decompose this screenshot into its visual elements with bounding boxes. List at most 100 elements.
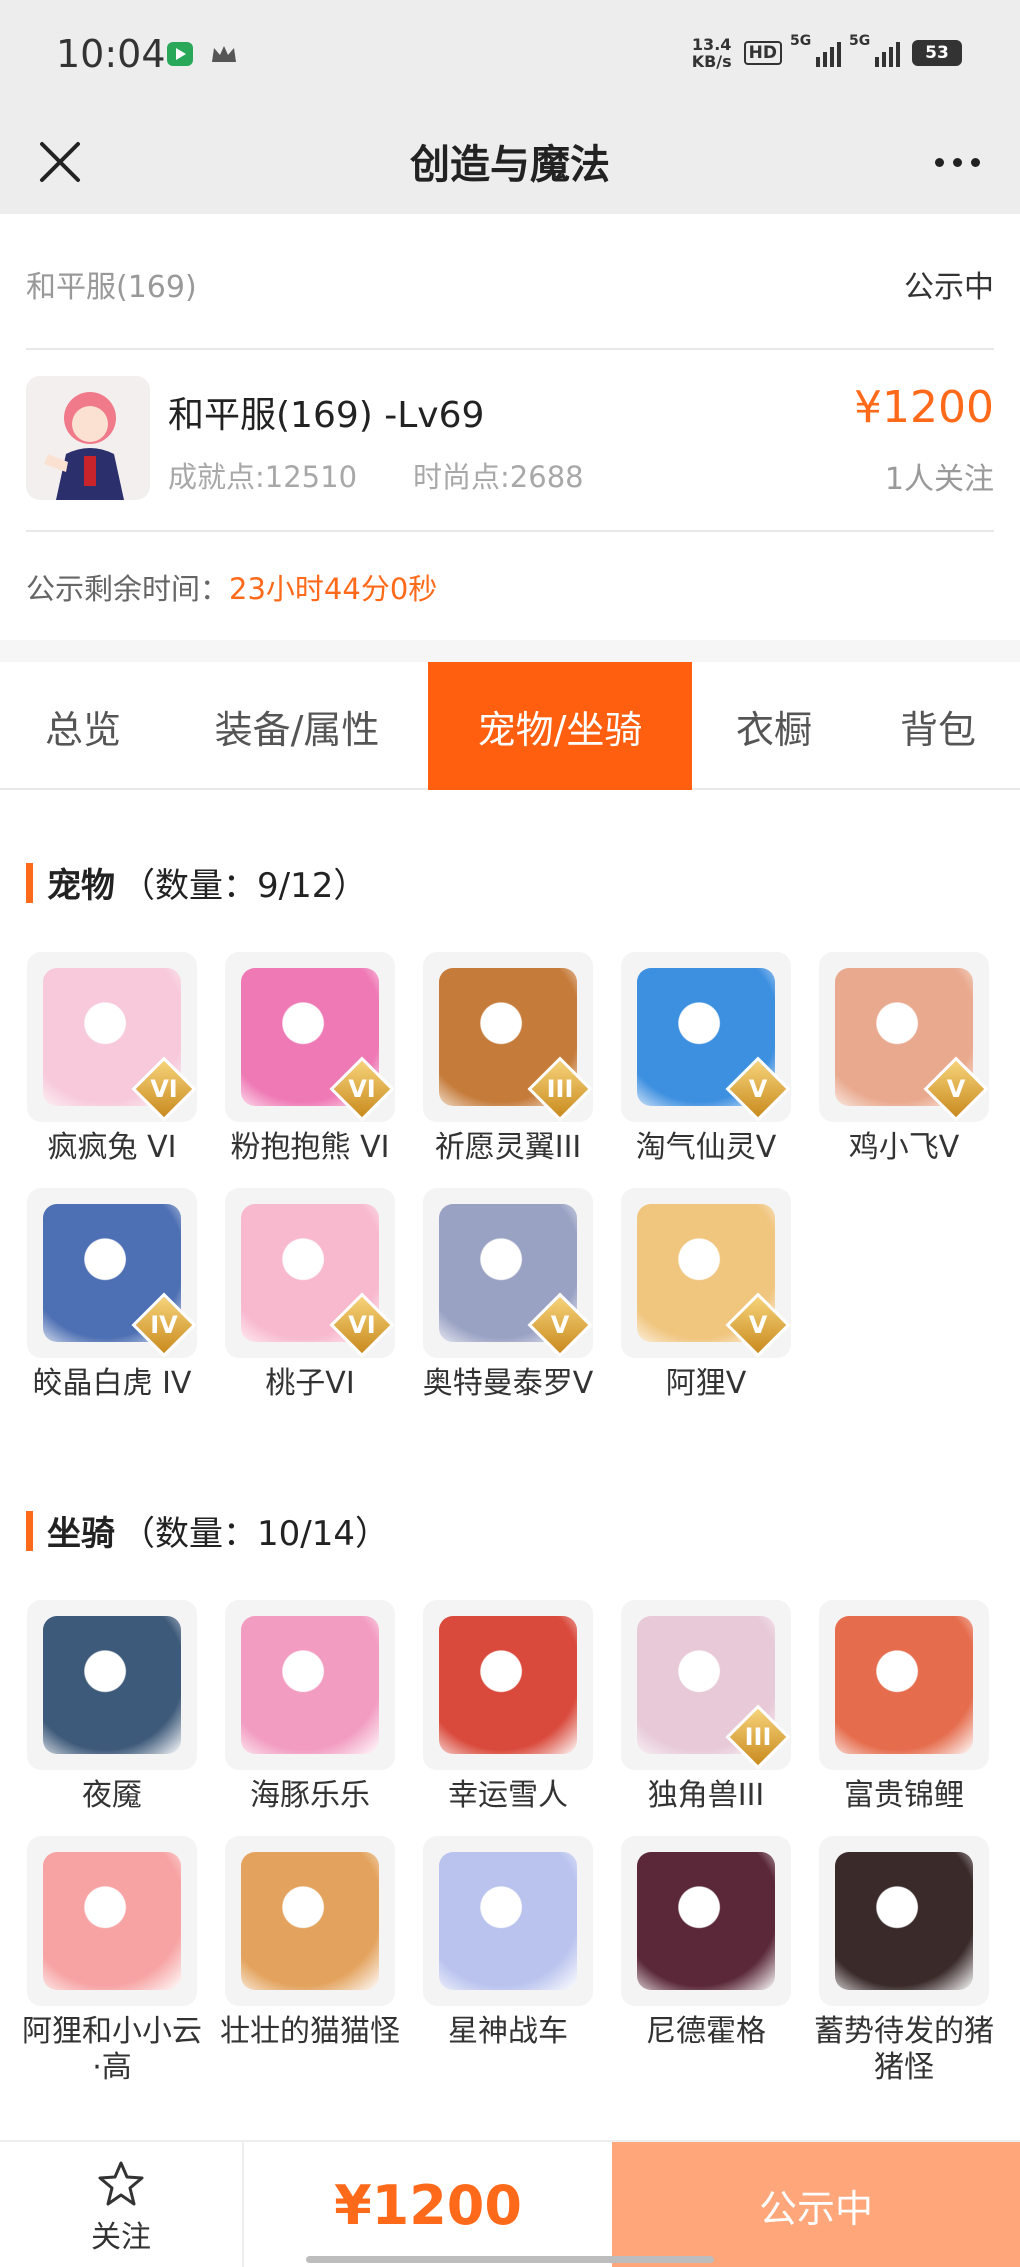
item-label: 淘气仙灵V bbox=[635, 1130, 777, 1165]
status-indicators: 13.4 KB/s HD 5G 5G 53 bbox=[691, 33, 962, 71]
mount-item[interactable]: III 独角兽III bbox=[616, 1600, 796, 1814]
item-label: 祈愿灵翼III bbox=[434, 1130, 582, 1165]
public-status-button[interactable]: 公示中 bbox=[612, 2142, 1020, 2267]
item-label: 蓄势待发的猪猪怪 bbox=[814, 2014, 994, 2085]
tab-equipment[interactable]: 装备/属性 bbox=[166, 662, 428, 790]
bottom-price: ¥1200 bbox=[334, 2174, 522, 2237]
avatar bbox=[26, 376, 150, 500]
remaining-time: 公示剩余时间：23小时44分0秒 bbox=[26, 566, 437, 608]
signal-icon: 5G bbox=[790, 33, 841, 67]
server-name: 和平服(169) bbox=[26, 270, 197, 305]
item-label: 阿狸和小小云·高 bbox=[22, 2014, 202, 2085]
pet-item[interactable]: VI 粉抱抱熊 VI bbox=[220, 952, 400, 1166]
status-app-icons bbox=[165, 40, 239, 68]
role-title: 和平服(169) -Lv69 bbox=[168, 395, 485, 436]
mount-item[interactable]: 尼德霍格 bbox=[616, 1836, 796, 2050]
item-label: 独角兽III bbox=[647, 1778, 765, 1813]
pet-thumbnail: VI bbox=[225, 952, 395, 1122]
mount-thumbnail bbox=[819, 1836, 989, 2006]
tab-overview[interactable]: 总览 bbox=[0, 662, 166, 790]
tab-bar: 总览 装备/属性 宠物/坐骑 衣橱 背包 bbox=[0, 662, 1020, 790]
nav-bar: 创造与魔法 bbox=[0, 110, 1020, 214]
pet-item[interactable]: III 祈愿灵翼III bbox=[418, 952, 598, 1166]
item-label: 夜魇 bbox=[82, 1778, 142, 1813]
mount-thumbnail: III bbox=[621, 1600, 791, 1770]
tab-pets-mounts[interactable]: 宠物/坐骑 bbox=[428, 662, 692, 790]
pet-item[interactable]: V 淘气仙灵V bbox=[616, 952, 796, 1166]
status-label: 公示中 bbox=[904, 270, 994, 305]
item-label: 海豚乐乐 bbox=[250, 1778, 370, 1813]
pet-item[interactable]: V 奥特曼泰罗V bbox=[418, 1188, 598, 1402]
item-label: 星神战车 bbox=[448, 2014, 568, 2049]
mount-thumbnail bbox=[621, 1836, 791, 2006]
mount-item[interactable]: 海豚乐乐 bbox=[220, 1600, 400, 1814]
mount-item[interactable]: 蓄势待发的猪猪怪 bbox=[814, 1836, 994, 2086]
star-icon bbox=[98, 2161, 144, 2206]
pet-thumbnail: V bbox=[819, 952, 989, 1122]
more-dots-icon bbox=[934, 157, 944, 167]
battery-icon: 53 bbox=[912, 40, 962, 66]
pet-thumbnail: VI bbox=[27, 952, 197, 1122]
mount-item[interactable]: 夜魇 bbox=[22, 1600, 202, 1814]
pets-section-title: 宠物 （数量：9/12） bbox=[26, 858, 367, 907]
mount-thumbnail bbox=[423, 1600, 593, 1770]
pet-thumbnail: VI bbox=[225, 1188, 395, 1358]
pet-item[interactable]: VI 桃子VI bbox=[220, 1188, 400, 1402]
hd-badge: HD bbox=[743, 41, 782, 65]
remaining-time-label: 公示剩余时间： bbox=[26, 572, 230, 606]
mount-thumbnail bbox=[27, 1836, 197, 2006]
mount-item[interactable]: 幸运雪人 bbox=[418, 1600, 598, 1814]
mount-item[interactable]: 阿狸和小小云·高 bbox=[22, 1836, 202, 2086]
role-stats: 成就点:12510 时尚点:2688 bbox=[168, 454, 584, 496]
video-app-icon bbox=[165, 40, 195, 68]
pet-item[interactable]: IV 皎晶白虎 IV bbox=[22, 1188, 202, 1402]
pet-thumbnail: V bbox=[621, 1188, 791, 1358]
item-label: 壮壮的猫猫怪 bbox=[220, 2014, 400, 2049]
item-label: 尼德霍格 bbox=[646, 2014, 766, 2049]
mounts-section-title: 坐骑 （数量：10/14） bbox=[26, 1506, 389, 1555]
pet-thumbnail: V bbox=[423, 1188, 593, 1358]
pet-thumbnail: IV bbox=[27, 1188, 197, 1358]
mount-thumbnail bbox=[423, 1836, 593, 2006]
remaining-time-value: 23小时44分0秒 bbox=[229, 572, 438, 606]
item-label: 奥特曼泰罗V bbox=[422, 1366, 594, 1401]
status-bar: 10:04 13.4 KB/s HD 5G 5G 53 bbox=[0, 0, 1020, 110]
section-gap bbox=[0, 640, 1020, 662]
tab-wardrobe[interactable]: 衣橱 bbox=[692, 662, 856, 790]
pet-item[interactable]: VI 疯疯兔 VI bbox=[22, 952, 202, 1166]
tab-backpack[interactable]: 背包 bbox=[856, 662, 1020, 790]
mount-item[interactable]: 富贵锦鲤 bbox=[814, 1600, 994, 1814]
network-speed: 13.4 KB/s bbox=[691, 35, 732, 71]
follow-label: 关注 bbox=[91, 2220, 151, 2255]
more-button[interactable] bbox=[922, 130, 992, 194]
pet-thumbnail: V bbox=[621, 952, 791, 1122]
bottom-bar: 关注 ¥1200 公示中 bbox=[0, 2140, 1020, 2267]
pet-item[interactable]: V 阿狸V bbox=[616, 1188, 796, 1402]
follow-button[interactable]: 关注 bbox=[0, 2142, 244, 2267]
price: ¥1200 bbox=[854, 382, 994, 433]
crown-icon bbox=[209, 40, 239, 68]
divider bbox=[26, 348, 994, 350]
item-label: 皎晶白虎 IV bbox=[32, 1366, 192, 1401]
status-time: 10:04 bbox=[56, 32, 166, 76]
pet-item[interactable]: V 鸡小飞V bbox=[814, 952, 994, 1166]
achievement-points: 成就点:12510 bbox=[168, 460, 358, 494]
watcher-count: 1人关注 bbox=[884, 462, 994, 497]
pet-thumbnail: III bbox=[423, 952, 593, 1122]
mount-thumbnail bbox=[225, 1600, 395, 1770]
mount-thumbnail bbox=[27, 1600, 197, 1770]
account-info: 和平服(169) 公示中 和平服(169) -Lv69 成就点:12510 时尚… bbox=[0, 214, 1020, 640]
item-label: 鸡小飞V bbox=[848, 1130, 960, 1165]
mount-item[interactable]: 星神战车 bbox=[418, 1836, 598, 2050]
mount-thumbnail bbox=[819, 1600, 989, 1770]
item-label: 疯疯兔 VI bbox=[47, 1130, 177, 1165]
mount-item[interactable]: 壮壮的猫猫怪 bbox=[220, 1836, 400, 2050]
item-label: 粉抱抱熊 VI bbox=[230, 1130, 390, 1165]
divider bbox=[26, 530, 994, 532]
signal-icon: 5G bbox=[849, 33, 900, 67]
item-label: 阿狸V bbox=[665, 1366, 747, 1401]
item-label: 富贵锦鲤 bbox=[844, 1778, 964, 1813]
home-indicator bbox=[306, 2256, 714, 2263]
page-title: 创造与魔法 bbox=[410, 142, 610, 188]
fashion-points: 时尚点:2688 bbox=[413, 460, 584, 494]
